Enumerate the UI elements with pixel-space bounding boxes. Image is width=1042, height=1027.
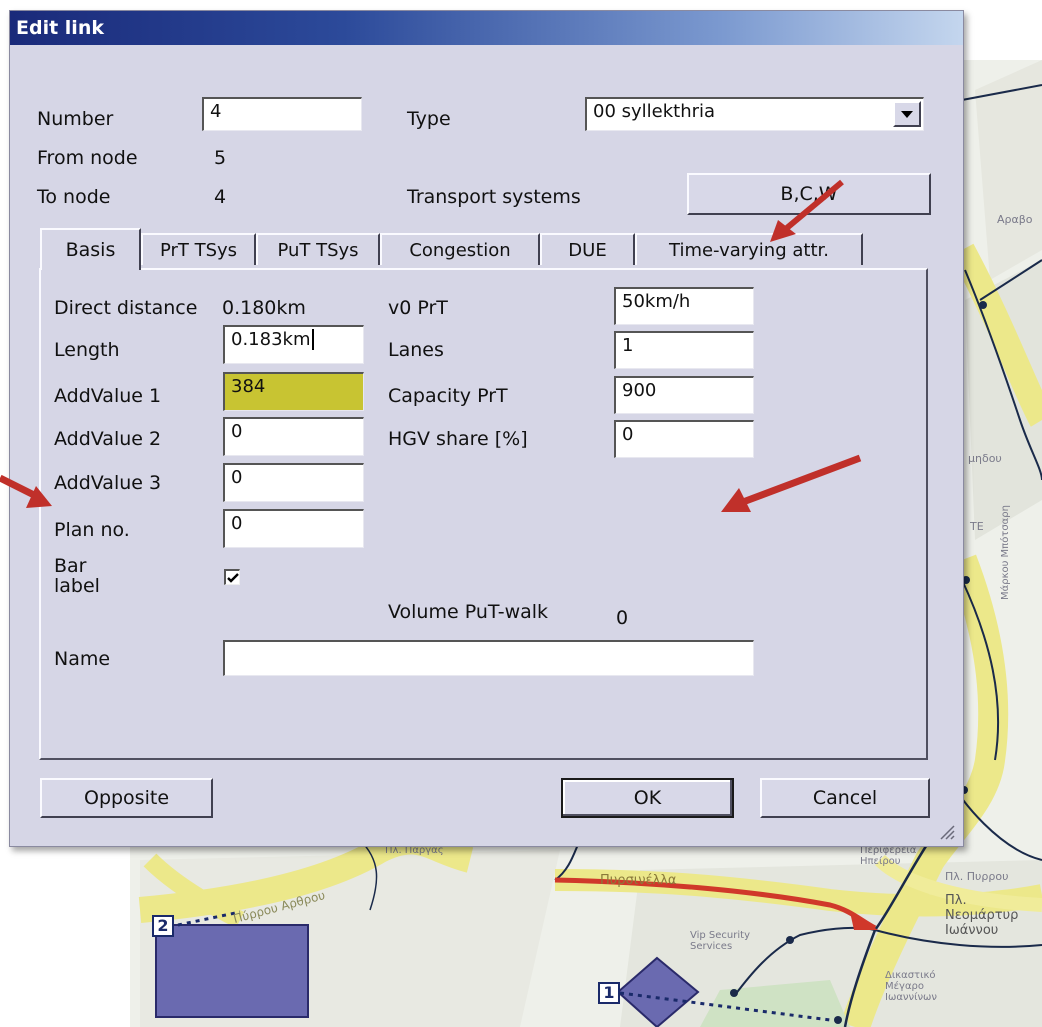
v0-prt-label: v0 PrT [388,297,448,319]
addvalue2-label: AddValue 2 [54,428,162,450]
zone-marker-2[interactable]: 2 [152,915,174,937]
capacity-prt-label: Capacity PrT [388,385,508,407]
map-label: Πλ. Πυρρου [945,870,1009,883]
type-select-value: 00 syllekthria [593,101,716,122]
addvalue2-field[interactable]: 0 [223,417,364,456]
chevron-down-icon[interactable] [893,101,921,127]
transport-systems-label: Transport systems [407,186,581,208]
type-label: Type [407,108,451,130]
lanes-field[interactable]: 1 [614,331,754,369]
tab-put-tsys[interactable]: PuT TSys [256,233,380,265]
length-field[interactable]: 0.183km [223,325,364,364]
map-label: Περιφέρεια Ηπείρου [860,845,917,867]
tab-time-varying-attr[interactable]: Time-varying attr. [635,233,863,265]
dialog-title-bar[interactable]: Edit link [10,11,963,45]
map-label: μηδου [968,452,1002,465]
direct-distance-label: Direct distance [54,297,198,319]
addvalue3-label: AddValue 3 [54,472,162,494]
map-label: Vip Security Services [690,930,750,952]
hgv-share-field[interactable]: 0 [614,420,754,458]
from-node-label: From node [37,147,138,169]
edit-link-dialog: Edit link Number 4 Type 00 syllekthria F… [9,10,964,847]
map-label: Πλ. Νεομάρτυρ Ιωάννου [945,893,1019,938]
tab-basis[interactable]: Basis [40,228,141,270]
length-value: 0.183km [231,329,311,350]
text-cursor [311,329,314,350]
volume-put-walk-value: 0 [616,607,629,629]
capacity-prt-field[interactable]: 900 [614,376,754,414]
to-node-label: To node [37,186,111,208]
length-label: Length [54,339,120,361]
bar-label-line2: label [54,575,100,597]
map-label: Δικαστικό Μέγαρο Ιωαννίνων [885,970,938,1003]
number-label: Number [37,108,114,130]
plan-no-label: Plan no. [54,519,130,541]
addvalue1-label: AddValue 1 [54,385,162,407]
resize-grip-icon[interactable] [937,822,955,840]
checkmark-icon [227,573,239,583]
plan-no-field[interactable]: 0 [223,509,364,548]
zone-marker-1[interactable]: 1 [598,982,620,1004]
map-label: Μάρκου Μπότσαρη [1000,505,1011,600]
bar-label-checkbox[interactable] [224,569,240,585]
name-label: Name [54,648,111,670]
volume-put-walk-label: Volume PuT-walk [388,601,549,623]
map-label: Πυρσινέλλα [600,873,677,888]
cancel-button[interactable]: Cancel [760,778,930,818]
addvalue3-field[interactable]: 0 [223,463,364,502]
tab-congestion[interactable]: Congestion [380,233,540,265]
number-field[interactable]: 4 [202,97,362,131]
map-label: Αραβο [997,213,1033,226]
v0-prt-field[interactable]: 50km/h [614,287,754,325]
type-select[interactable]: 00 syllekthria [585,97,924,131]
ok-button[interactable]: OK [561,778,734,818]
zone-2-polygon[interactable] [155,924,309,1018]
direct-distance-value: 0.180km [222,297,306,319]
transport-systems-button[interactable]: B,C,W [687,173,931,215]
dialog-title: Edit link [16,17,104,39]
tab-prt-tsys[interactable]: PrT TSys [141,233,256,265]
hgv-share-label: HGV share [%] [388,428,528,450]
basis-tab-panel: Direct distance 0.180km Length 0.183km A… [39,268,928,760]
lanes-label: Lanes [388,339,444,361]
name-field[interactable] [223,640,754,676]
bar-label-label: Bar label [54,556,100,596]
opposite-button[interactable]: Opposite [40,778,213,818]
to-node-value: 4 [214,186,227,208]
map-label: TE [970,520,984,533]
from-node-value: 5 [214,147,227,169]
tab-due[interactable]: DUE [540,233,635,265]
bar-label-line1: Bar [54,555,87,577]
addvalue1-field[interactable]: 384 [223,372,364,411]
